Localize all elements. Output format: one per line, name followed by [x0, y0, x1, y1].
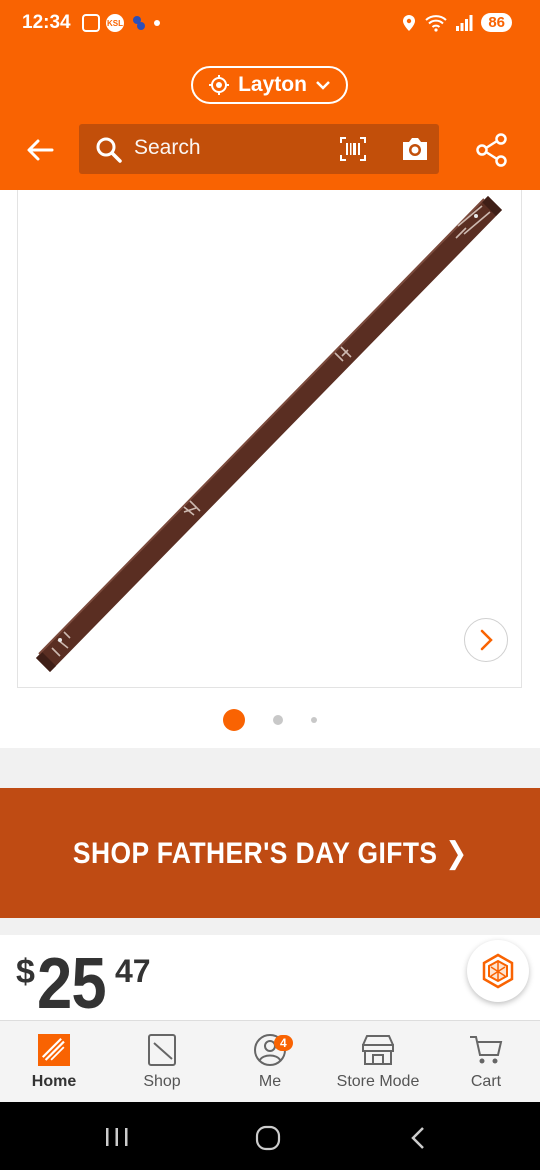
nav-cart[interactable]: Cart	[432, 1021, 540, 1103]
nav-home-label: Home	[31, 1073, 77, 1090]
recent-apps-icon[interactable]	[104, 1126, 130, 1148]
more-notifications-dot	[154, 20, 160, 26]
ksl-notification-icon: KSL	[106, 14, 124, 32]
home-depot-logo-icon	[38, 1034, 70, 1066]
carousel-dot-1[interactable]	[223, 709, 245, 731]
nav-cart-label: Cart	[470, 1073, 502, 1090]
nav-me-label: Me	[258, 1073, 282, 1090]
price-section: $ 25 47	[0, 935, 540, 1025]
system-status-icons: 86	[401, 13, 512, 32]
home-circle-icon[interactable]	[255, 1125, 281, 1151]
fathers-day-promo-banner[interactable]: SHOP FATHER'S DAY GIFTS ❯	[0, 788, 540, 918]
nav-home[interactable]: Home	[0, 1021, 108, 1103]
status-bar: 12:34 KSL 86	[0, 0, 540, 48]
carousel-indicator	[0, 708, 540, 732]
notification-icons: KSL	[82, 14, 160, 32]
shop-icon	[148, 1034, 176, 1066]
landscape-edging-image	[36, 196, 502, 672]
camera-icon[interactable]	[400, 135, 430, 163]
search-input[interactable]: Search	[134, 136, 201, 160]
location-target-icon	[209, 75, 230, 95]
back-arrow-icon[interactable]	[24, 134, 56, 166]
store-location-selector[interactable]: Layton	[191, 66, 348, 104]
app-notification-icon	[133, 16, 145, 30]
hexagon-assistant-icon	[482, 953, 514, 989]
battery-indicator: 86	[481, 13, 512, 32]
carousel-dot-2[interactable]	[273, 715, 283, 725]
chevron-right-icon	[480, 629, 493, 651]
system-navigation-bar	[0, 1102, 540, 1170]
promo-text: SHOP FATHER'S DAY GIFTS ❯	[72, 836, 468, 870]
location-status-icon	[403, 14, 416, 31]
search-icon	[96, 137, 122, 163]
nav-shop-label: Shop	[143, 1073, 181, 1090]
share-icon[interactable]	[474, 132, 510, 168]
cart-icon	[470, 1036, 503, 1064]
back-chevron-icon[interactable]	[408, 1125, 428, 1151]
wifi-icon	[425, 14, 447, 32]
product-image[interactable]	[17, 190, 522, 688]
chevron-down-icon	[316, 81, 330, 90]
nav-store-mode-label: Store Mode	[336, 1073, 420, 1090]
carousel-next-button[interactable]	[464, 618, 508, 662]
gallery-notification-icon	[82, 14, 100, 32]
status-time: 12:34	[22, 12, 71, 33]
search-bar[interactable]: Search	[79, 124, 439, 174]
me-notification-badge: 4	[274, 1035, 293, 1051]
app-header: Layton Search	[0, 48, 540, 190]
store-location-label: Layton	[238, 73, 307, 96]
nav-me[interactable]: 4 Me	[216, 1021, 324, 1103]
price-dollars: 25	[37, 944, 107, 1024]
assistant-fab-button[interactable]	[467, 940, 529, 1002]
signal-icon	[456, 14, 473, 31]
barcode-scan-icon[interactable]	[340, 137, 366, 161]
bottom-navigation: Home Shop 4 Me Store Mode Cart	[0, 1020, 540, 1103]
price-currency: $	[16, 953, 35, 991]
price-cents: 47	[115, 953, 151, 989]
carousel-dot-3[interactable]	[311, 717, 317, 723]
nav-store-mode[interactable]: Store Mode	[324, 1021, 432, 1103]
nav-shop[interactable]: Shop	[108, 1021, 216, 1103]
store-icon	[362, 1035, 394, 1065]
product-media-card	[0, 190, 540, 748]
